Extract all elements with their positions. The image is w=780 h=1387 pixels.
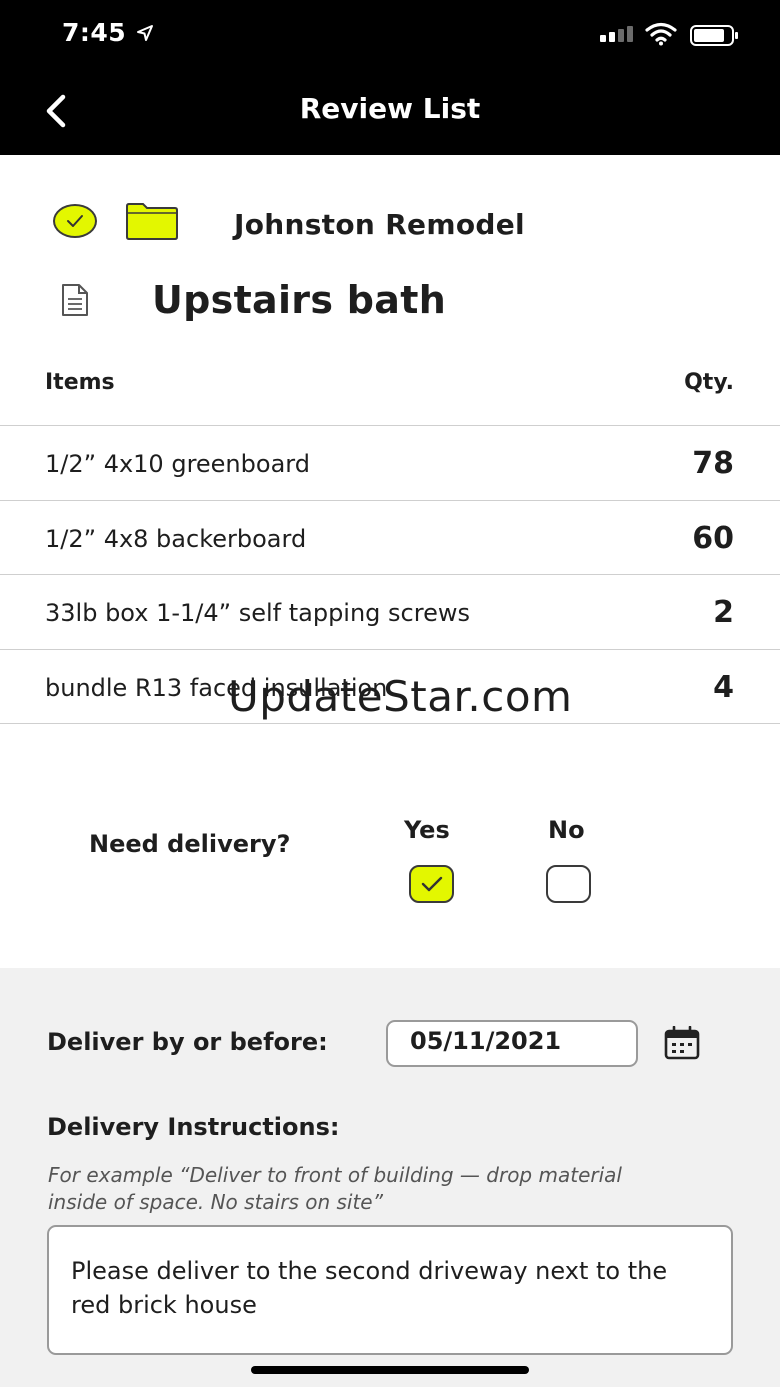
top-bar: 7:45 Review List [0, 0, 780, 155]
table-row: 1/2” 4x10 greenboard 78 [0, 426, 780, 501]
item-qty: 78 [692, 446, 734, 481]
delivery-date-field[interactable]: 05/11/2021 [386, 1020, 638, 1067]
battery-icon [690, 25, 738, 46]
table-row: 1/2” 4x8 backerboard 60 [0, 501, 780, 575]
items-column-header: Items [45, 370, 115, 395]
cellular-signal-icon [600, 26, 633, 42]
delivery-instructions-hint: For example “Deliver to front of buildin… [48, 1163, 622, 1214]
table-row: 33lb box 1-1/4” self tapping screws 2 [0, 575, 780, 650]
delivery-yes-checkbox[interactable] [409, 865, 454, 903]
folder-icon [125, 202, 179, 244]
delivery-no-checkbox[interactable] [546, 865, 591, 903]
status-time: 7:45 [62, 18, 127, 47]
deliver-by-label: Deliver by or before: [47, 1028, 328, 1056]
wifi-icon [645, 22, 677, 50]
item-qty: 60 [692, 520, 734, 556]
item-name: 33lb box 1-1/4” self tapping screws [45, 599, 470, 627]
item-name: 1/2” 4x10 greenboard [45, 450, 310, 478]
project-name: Johnston Remodel [234, 208, 525, 241]
item-name: 1/2” 4x8 backerboard [45, 524, 307, 553]
document-icon [60, 283, 90, 321]
delivery-instructions-label: Delivery Instructions: [47, 1113, 340, 1141]
calendar-icon[interactable] [664, 1025, 700, 1064]
yes-label: Yes [404, 816, 450, 844]
location-arrow-icon [136, 24, 154, 46]
watermark-text: UpdateStar.com [228, 672, 573, 721]
home-indicator[interactable] [251, 1366, 529, 1374]
checkmark-icon [421, 876, 442, 892]
page-title: Review List [299, 92, 481, 125]
no-label: No [548, 816, 585, 844]
list-name: Upstairs bath [152, 278, 447, 322]
item-qty: 2 [713, 595, 734, 630]
check-circle-icon[interactable] [53, 204, 97, 238]
qty-column-header: Qty. [684, 370, 734, 395]
delivery-instructions-field[interactable]: Please deliver to the second driveway ne… [47, 1225, 733, 1355]
need-delivery-label: Need delivery? [89, 830, 291, 858]
item-qty: 4 [713, 669, 734, 705]
